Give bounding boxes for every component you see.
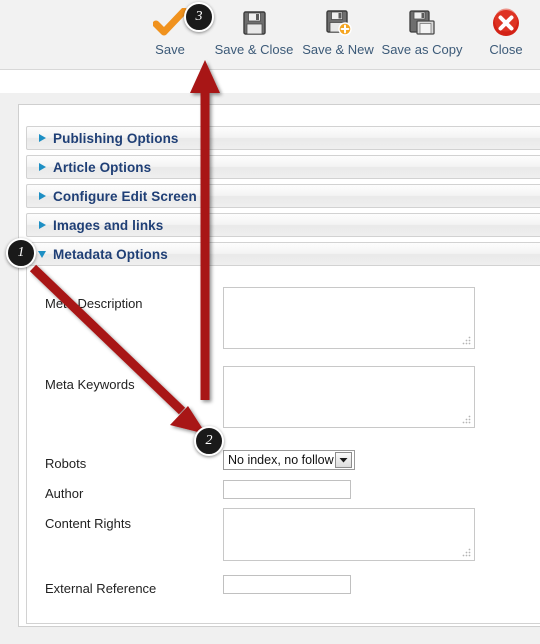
resize-grip-icon[interactable]: [462, 336, 471, 345]
callout-badge-1: 1: [6, 238, 36, 268]
options-accordion: Publishing Options Article Options Confi…: [26, 126, 540, 624]
accordion-label: Publishing Options: [53, 130, 179, 146]
accordion-header-configure-edit-screen[interactable]: Configure Edit Screen: [26, 184, 540, 208]
floppy-disk-copy-icon: [407, 6, 437, 40]
save-and-new-button[interactable]: Save & New: [296, 4, 380, 57]
joomla-article-edit-screenshot: Save Save & Close Save & New Save as Cop…: [0, 0, 540, 644]
chevron-right-icon: [33, 220, 51, 230]
accordion-header-article-options[interactable]: Article Options: [26, 155, 540, 179]
robots-label: Robots: [45, 456, 87, 471]
save-button-label: Save: [155, 42, 185, 57]
meta-keywords-textarea[interactable]: [223, 366, 475, 428]
save-and-new-button-label: Save & New: [302, 42, 374, 57]
chevron-right-icon: [33, 162, 51, 172]
save-as-copy-button[interactable]: Save as Copy: [380, 4, 464, 57]
close-button[interactable]: Close: [464, 4, 540, 57]
accordion-header-images-and-links[interactable]: Images and links: [26, 213, 540, 237]
accordion-header-metadata-options[interactable]: Metadata Options: [26, 242, 540, 266]
editor-toolbar: Save Save & Close Save & New Save as Cop…: [0, 0, 540, 70]
accordion-label: Metadata Options: [53, 246, 168, 262]
robots-select-value: No index, no follow: [228, 453, 334, 467]
robots-select[interactable]: No index, no follow: [223, 450, 355, 470]
external-reference-label: External Reference: [45, 581, 157, 596]
accordion-label: Images and links: [53, 217, 164, 233]
checkmark-icon: [153, 6, 187, 40]
red-x-circle-icon: [491, 6, 521, 40]
save-as-copy-button-label: Save as Copy: [381, 42, 463, 57]
accordion-header-publishing-options[interactable]: Publishing Options: [26, 126, 540, 150]
content-rights-textarea[interactable]: [223, 508, 475, 561]
resize-grip-icon[interactable]: [462, 548, 471, 557]
save-and-close-button-label: Save & Close: [214, 42, 294, 57]
meta-description-label: Meta Description: [45, 296, 143, 311]
meta-description-textarea[interactable]: [223, 287, 475, 349]
chevron-right-icon: [33, 191, 51, 201]
accordion-label: Article Options: [53, 159, 152, 175]
callout-badge-2: 2: [194, 426, 224, 456]
floppy-disk-plus-icon: [323, 6, 353, 40]
metadata-options-panel: Meta Description Meta Keywords Robots No…: [26, 266, 540, 624]
author-label: Author: [45, 486, 84, 501]
meta-keywords-label: Meta Keywords: [45, 377, 135, 392]
resize-grip-icon[interactable]: [462, 415, 471, 424]
floppy-disk-icon: [239, 6, 269, 40]
close-button-label: Close: [489, 42, 523, 57]
chevron-down-icon[interactable]: [335, 452, 352, 468]
save-and-close-button[interactable]: Save & Close: [212, 4, 296, 57]
callout-badge-3: 3: [184, 2, 214, 32]
author-input[interactable]: [223, 480, 351, 499]
chevron-right-icon: [33, 133, 51, 143]
content-rights-label: Content Rights: [45, 516, 131, 531]
accordion-label: Configure Edit Screen: [53, 188, 197, 204]
toolbar-content-gap: [0, 70, 540, 93]
external-reference-input[interactable]: [223, 575, 351, 594]
